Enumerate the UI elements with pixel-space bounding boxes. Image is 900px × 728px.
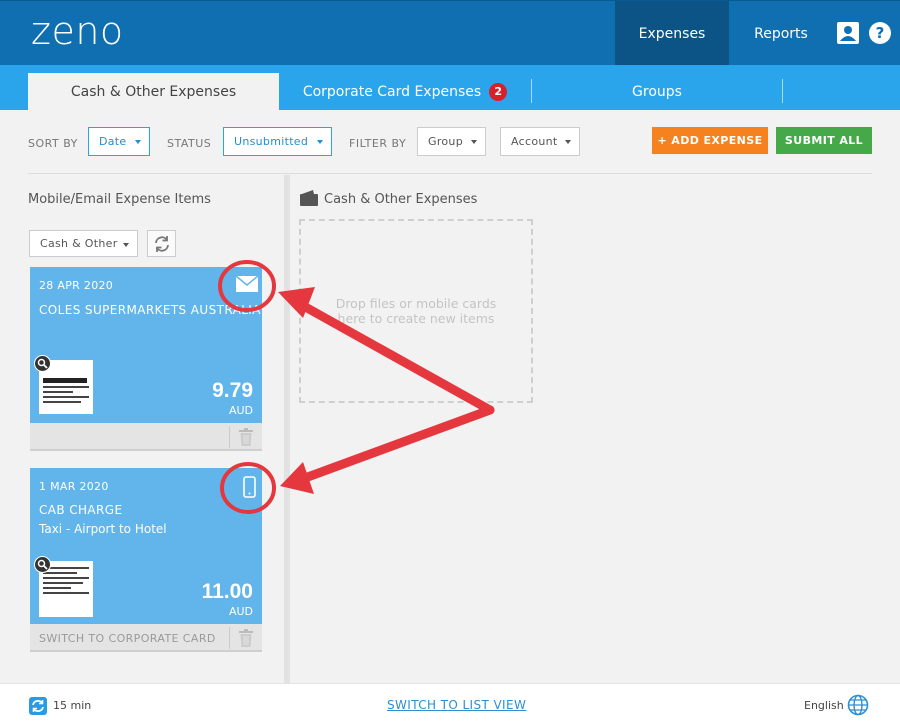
sort-by-label: SORT BY (28, 137, 78, 150)
arrow-line (300, 405, 495, 483)
sort-dropdown[interactable]: Date (88, 127, 150, 156)
column-separator (284, 175, 290, 683)
user-profile-icon[interactable] (837, 22, 859, 44)
trash-icon[interactable] (238, 629, 254, 647)
tab-divider (782, 79, 783, 103)
refresh-button[interactable] (147, 230, 176, 257)
divider (229, 627, 230, 649)
wallet-icon (300, 190, 318, 206)
card-merchant: COLES SUPERMARKETS AUSTRALIA (39, 303, 261, 317)
tab-label: Groups (632, 83, 682, 100)
card-currency: AUD (228, 404, 253, 417)
zeno-logo[interactable]: zeno (31, 9, 124, 53)
chevron-down-icon (123, 243, 129, 247)
card-merchant: CAB CHARGE (39, 503, 123, 517)
trash-icon[interactable] (238, 428, 254, 446)
item-type-dropdown[interactable]: Cash & Other (29, 230, 138, 257)
divider (229, 426, 230, 448)
dropzone-text: Drop files or mobile cards here to creat… (335, 296, 497, 326)
card-currency: AUD (228, 605, 253, 618)
sort-value: Date (99, 135, 127, 148)
tab-label: Corporate Card Expenses (302, 83, 482, 100)
refresh-icon (154, 235, 169, 252)
status-value: Unsubmitted (234, 135, 309, 148)
sync-icon[interactable] (29, 697, 47, 715)
tab-bar: Cash & Other Expenses Corporate Card Exp… (0, 65, 900, 110)
switch-to-list-view-link[interactable]: SWITCH TO LIST VIEW (387, 698, 526, 712)
tab-groups[interactable]: Groups (532, 73, 782, 110)
group-filter-dropdown[interactable]: Group (417, 127, 486, 156)
add-expense-button[interactable]: + ADD EXPENSE (652, 127, 768, 154)
card-amount: 11.00 (201, 580, 253, 603)
cash-other-expenses-title: Cash & Other Expenses (324, 192, 478, 207)
mobile-email-items-title: Mobile/Email Expense Items (28, 192, 211, 207)
help-icon[interactable]: ? (869, 22, 891, 44)
footer-bar: 15 min SWITCH TO LIST VIEW English (0, 683, 900, 728)
switch-to-corporate-card-link[interactable]: SWITCH TO CORPORATE CARD (39, 632, 216, 645)
chevron-down-icon (135, 140, 141, 144)
count-badge: 2 (489, 82, 508, 101)
tab-corporate-card-expenses[interactable]: Corporate Card Expenses 2 (279, 73, 531, 110)
card-footer (30, 423, 262, 451)
filter-by-label: FILTER BY (349, 137, 407, 150)
status-label: STATUS (167, 137, 212, 150)
nav-reports[interactable]: Reports (729, 1, 833, 66)
chevron-down-icon (471, 140, 477, 144)
divider (28, 173, 872, 174)
nav-expenses[interactable]: Expenses (615, 1, 729, 66)
card-description: Taxi - Airport to Hotel (39, 522, 167, 536)
card-amount: 9.79 (212, 379, 253, 402)
chevron-down-icon (317, 140, 323, 144)
mobile-icon (234, 472, 264, 502)
tab-cash-other-expenses[interactable]: Cash & Other Expenses (28, 73, 279, 110)
expense-card[interactable]: 28 APR 2020 COLES SUPERMARKETS AUSTRALIA… (30, 267, 262, 423)
account-value: Account (511, 135, 558, 148)
group-value: Group (428, 135, 463, 148)
status-dropdown[interactable]: Unsubmitted (223, 127, 332, 156)
sync-interval: 15 min (53, 699, 92, 712)
language-label[interactable]: English (804, 699, 844, 712)
card-date: 28 APR 2020 (39, 279, 114, 292)
card-date: 1 MAR 2020 (39, 480, 109, 493)
zoom-icon[interactable] (34, 556, 51, 573)
file-dropzone[interactable]: Drop files or mobile cards here to creat… (299, 219, 533, 403)
submit-all-button[interactable]: SUBMIT ALL (776, 127, 872, 154)
top-header: zeno Expenses Reports ? (0, 0, 900, 66)
zoom-icon[interactable] (34, 355, 51, 372)
account-filter-dropdown[interactable]: Account (500, 127, 580, 156)
globe-icon[interactable] (847, 694, 869, 716)
tab-label: Cash & Other Expenses (70, 83, 237, 100)
item-type-value: Cash & Other (40, 237, 118, 250)
chevron-down-icon (565, 140, 571, 144)
card-footer: SWITCH TO CORPORATE CARD (30, 624, 262, 652)
email-icon (232, 269, 262, 299)
expense-card[interactable]: 1 MAR 2020 CAB CHARGE Taxi - Airport to … (30, 468, 262, 624)
